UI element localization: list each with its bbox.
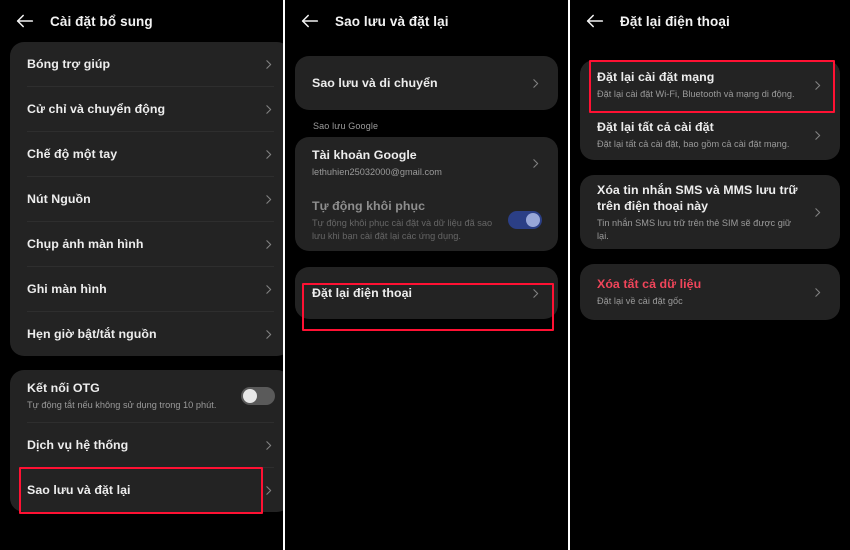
list-item-otg-connection[interactable]: Kết nối OTG Tự động tắt nếu không sử dụn… [10, 370, 283, 422]
settings-card-reset-options: Đặt lại cài đặt mạng Đặt lại cài đặt Wi-… [580, 60, 840, 160]
three-panel-screenshot-strip: Cài đặt bổ sung Bóng trợ giúp Cử chỉ và … [0, 0, 850, 550]
list-item-label: Đặt lại tất cả cài đặt [597, 120, 714, 135]
chevron-right-icon [266, 284, 272, 294]
chevron-right-icon [815, 130, 821, 140]
page-title: Cài đặt bổ sung [50, 13, 153, 29]
section-header-google-backup: Sao lưu Google [313, 121, 379, 131]
list-item-scheduled-power[interactable]: Hẹn giờ bật/tắt nguồn [10, 312, 283, 356]
list-item-description: Đặt lại tất cả cài đặt, bao gồm cả cài đ… [597, 139, 790, 150]
appbar-reset-phone: Đặt lại điện thoại [570, 0, 850, 42]
list-item-erase-all-data[interactable]: Xóa tất cả dữ liệu Đặt lại về cài đặt gố… [580, 264, 840, 320]
appbar-additional-settings: Cài đặt bổ sung [0, 0, 283, 42]
page-title: Đặt lại điện thoại [620, 13, 730, 29]
page-title: Sao lưu và đặt lại [335, 13, 449, 29]
list-item-label: Xóa tin nhắn SMS và MMS lưu trữ trên điệ… [597, 183, 798, 213]
list-item-floating-ball[interactable]: Bóng trợ giúp [10, 42, 283, 86]
settings-card-google-backup: Tài khoản Google lethuhien25032000@gmail… [295, 137, 558, 251]
list-item-screen-recorder[interactable]: Ghi màn hình [10, 267, 283, 311]
list-item-gestures-motion[interactable]: Cử chỉ và chuyển động [10, 87, 283, 131]
screen-reset-phone: Đặt lại điện thoại Đặt lại cài đặt mạng … [570, 0, 850, 550]
chevron-right-icon [266, 239, 272, 249]
list-item-description: Tự động khôi phục cài đặt và dữ liệu đã … [312, 218, 493, 241]
chevron-right-icon [266, 194, 272, 204]
list-item-label: Nút Nguồn [27, 192, 91, 206]
chevron-right-icon [266, 104, 272, 114]
list-item-one-handed-mode[interactable]: Chế độ một tay [10, 132, 283, 176]
list-item-label: Đặt lại điện thoại [312, 286, 413, 300]
auto-restore-toggle-switch[interactable] [508, 211, 542, 229]
chevron-right-icon [266, 329, 272, 339]
chevron-right-icon [533, 78, 539, 88]
list-item-screenshot[interactable]: Chụp ảnh màn hình [10, 222, 283, 266]
list-item-label: Dịch vụ hệ thống [27, 438, 129, 452]
list-item-label: Hẹn giờ bật/tắt nguồn [27, 327, 157, 341]
list-item-label: Xóa tất cả dữ liệu [597, 277, 702, 292]
list-item-description: Tin nhắn SMS lưu trữ trên thẻ SIM sẽ đượ… [597, 218, 792, 241]
list-item-erase-sms-mms[interactable]: Xóa tin nhắn SMS và MMS lưu trữ trên điệ… [580, 175, 840, 249]
toggle-knob [243, 389, 257, 403]
back-arrow-icon[interactable] [14, 10, 36, 32]
list-item-description: Đặt lại cài đặt Wi-Fi, Bluetooth và mạng… [597, 89, 795, 100]
list-item-description: Tự động tắt nếu không sử dụng trong 10 p… [27, 400, 217, 411]
list-item-reset-all-settings[interactable]: Đặt lại tất cả cài đặt Đặt lại tất cả cà… [580, 110, 840, 160]
settings-card-reset-phone: Đặt lại điện thoại [295, 267, 558, 319]
list-item-label: Bóng trợ giúp [27, 57, 111, 71]
chevron-right-icon [815, 80, 821, 90]
list-item-reset-network-settings[interactable]: Đặt lại cài đặt mạng Đặt lại cài đặt Wi-… [580, 60, 840, 110]
otg-toggle-switch[interactable] [241, 387, 275, 405]
list-item-label: Ghi màn hình [27, 282, 107, 296]
appbar-backup-and-reset: Sao lưu và đặt lại [285, 0, 568, 42]
google-account-email: lethuhien25032000@gmail.com [312, 167, 442, 178]
chevron-right-icon [266, 149, 272, 159]
list-item-label: Kết nối OTG [27, 381, 100, 396]
back-arrow-icon[interactable] [299, 10, 321, 32]
settings-card-backup-transfer: Sao lưu và di chuyển [295, 56, 558, 110]
list-item-label: Tự động khôi phục [312, 199, 426, 213]
screen-additional-settings: Cài đặt bổ sung Bóng trợ giúp Cử chỉ và … [0, 0, 283, 550]
chevron-right-icon [266, 485, 272, 495]
list-item-label: Chụp ảnh màn hình [27, 237, 144, 251]
list-item-power-button[interactable]: Nút Nguồn [10, 177, 283, 221]
list-item-label: Sao lưu và di chuyển [312, 76, 438, 90]
settings-card-erase-all-data: Xóa tất cả dữ liệu Đặt lại về cài đặt gố… [580, 264, 840, 320]
back-arrow-icon[interactable] [584, 10, 606, 32]
chevron-right-icon [815, 287, 821, 297]
chevron-right-icon [266, 440, 272, 450]
list-item-label: Đặt lại cài đặt mạng [597, 70, 715, 85]
list-item-reset-phone[interactable]: Đặt lại điện thoại [295, 267, 558, 319]
screen-backup-and-reset: Sao lưu và đặt lại Sao lưu và di chuyển … [285, 0, 568, 550]
list-item-description: Đặt lại về cài đặt gốc [597, 296, 683, 307]
settings-list-backup: Sao lưu và di chuyển Sao lưu Google Tài … [285, 56, 568, 550]
settings-card-system: Kết nối OTG Tự động tắt nếu không sử dụn… [10, 370, 283, 512]
list-item-google-account[interactable]: Tài khoản Google lethuhien25032000@gmail… [295, 137, 558, 189]
list-item-backup-and-reset[interactable]: Sao lưu và đặt lại [10, 468, 283, 512]
settings-list-reset: Đặt lại cài đặt mạng Đặt lại cài đặt Wi-… [570, 60, 850, 550]
list-item-system-services[interactable]: Dịch vụ hệ thống [10, 423, 283, 467]
list-item-label: Tài khoản Google [312, 148, 417, 163]
list-item-auto-restore[interactable]: Tự động khôi phục Tự động khôi phục cài … [295, 189, 558, 251]
list-item-label: Chế độ một tay [27, 147, 118, 161]
chevron-right-icon [266, 59, 272, 69]
chevron-right-icon [533, 158, 539, 168]
settings-list-additional: Bóng trợ giúp Cử chỉ và chuyển động Chế … [0, 42, 283, 550]
list-item-label: Cử chỉ và chuyển động [27, 102, 166, 116]
settings-card-gestures: Bóng trợ giúp Cử chỉ và chuyển động Chế … [10, 42, 283, 356]
toggle-knob [526, 213, 540, 227]
chevron-right-icon [533, 288, 539, 298]
settings-card-erase-messages: Xóa tin nhắn SMS và MMS lưu trữ trên điệ… [580, 175, 840, 249]
list-item-backup-and-transfer[interactable]: Sao lưu và di chuyển [295, 56, 558, 110]
chevron-right-icon [815, 207, 821, 217]
list-item-label: Sao lưu và đặt lại [27, 483, 131, 497]
